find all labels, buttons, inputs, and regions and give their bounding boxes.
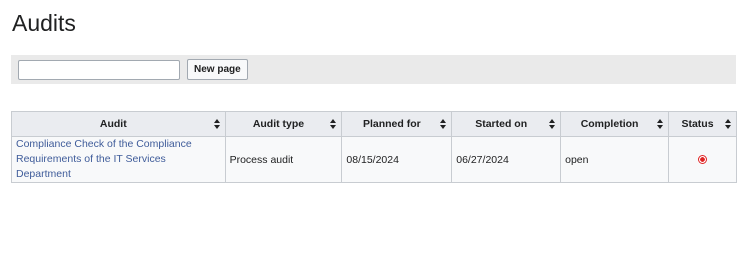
page: Audits New page Audit Audit type Planned… (0, 0, 750, 275)
page-title: Audits (12, 10, 76, 36)
planned-for-cell: 08/15/2024 (341, 136, 453, 183)
column-header-audit-type[interactable]: Audit type (224, 111, 343, 137)
sort-icon[interactable] (657, 119, 664, 129)
completion-cell: open (560, 136, 670, 183)
column-header-label: Completion (580, 118, 639, 130)
column-header-audit[interactable]: Audit (11, 111, 226, 137)
table-header-row: Audit Audit type Planned for Started on … (11, 111, 737, 137)
started-on-cell: 06/27/2024 (451, 136, 562, 183)
audit-type-cell: Process audit (224, 136, 343, 183)
new-page-button[interactable]: New page (187, 59, 248, 80)
toolbar: New page (11, 55, 736, 84)
audits-table: Audit Audit type Planned for Started on … (11, 111, 737, 183)
page-name-input[interactable] (18, 60, 180, 80)
column-header-label: Audit (99, 118, 127, 130)
column-header-label: Status (681, 118, 714, 130)
sort-icon[interactable] (725, 119, 731, 129)
column-header-completion[interactable]: Completion (560, 111, 670, 137)
column-header-label: Audit type (252, 118, 305, 130)
audit-link[interactable]: Compliance Check of the Compliance Requi… (16, 138, 192, 180)
status-cell (668, 136, 737, 183)
column-header-started-on[interactable]: Started on (451, 111, 562, 137)
sort-icon[interactable] (213, 119, 220, 129)
red-circle-icon (698, 155, 707, 165)
sort-icon[interactable] (549, 119, 556, 129)
sort-icon[interactable] (330, 119, 337, 129)
sort-icon[interactable] (440, 119, 447, 129)
column-header-label: Started on (475, 118, 528, 130)
column-header-label: Planned for (362, 118, 421, 130)
column-header-planned-for[interactable]: Planned for (341, 111, 453, 137)
audit-cell: Compliance Check of the Compliance Requi… (11, 136, 226, 183)
column-header-status[interactable]: Status (668, 111, 737, 137)
table-row: Compliance Check of the Compliance Requi… (11, 136, 737, 183)
